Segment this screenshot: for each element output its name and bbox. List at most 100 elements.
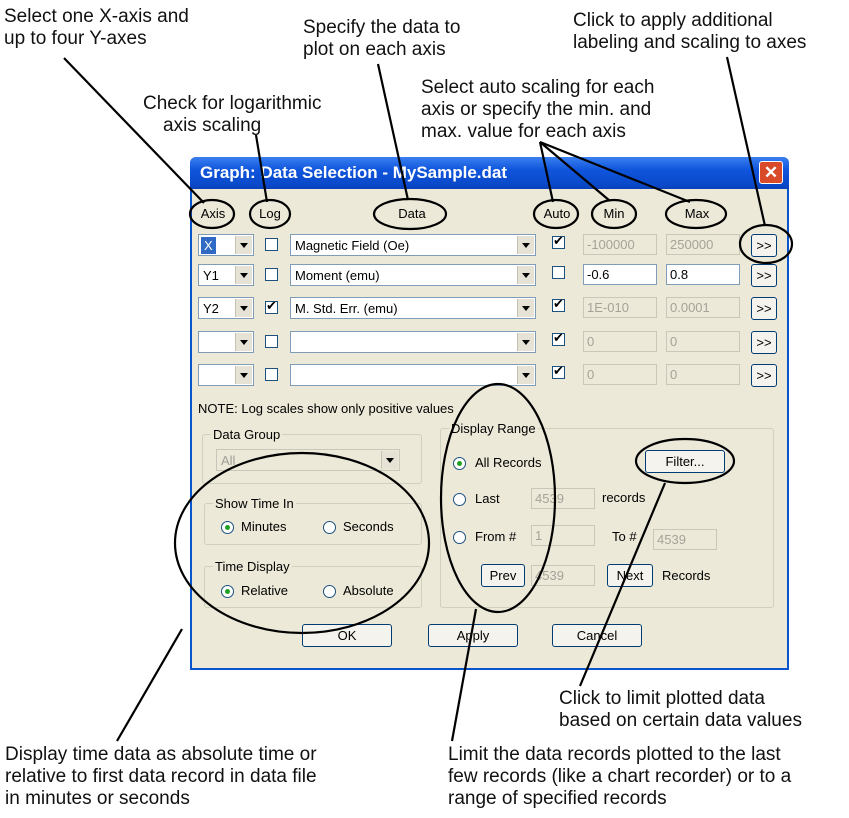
seconds-radio[interactable]: [323, 521, 336, 534]
data-group-box: Data Group All: [202, 427, 422, 484]
annotation-time-display: Display time data as absolute time or re…: [5, 744, 317, 810]
annotation-line: Check for logarithmic: [143, 93, 322, 114]
all-records-radio[interactable]: [453, 457, 466, 470]
min-field-x[interactable]: -100000: [583, 234, 657, 255]
annotation-axes-select: Select one X-axis and up to four Y-axes: [4, 6, 189, 50]
min-field-3[interactable]: 0: [583, 331, 657, 352]
data-select-x[interactable]: Magnetic Field (Oe): [290, 234, 536, 256]
data-value: Moment (emu): [295, 268, 380, 283]
axis-options-button-y1[interactable]: >>: [751, 264, 777, 287]
cancel-button[interactable]: Cancel: [552, 624, 642, 647]
absolute-label: Absolute: [343, 583, 394, 598]
annotation-labeling: Click to apply additional labeling and s…: [573, 10, 806, 54]
log-checkbox-y1[interactable]: [265, 268, 278, 281]
chevron-down-icon: [235, 236, 252, 254]
axis-select-3[interactable]: [198, 331, 254, 353]
axis-options-button-4[interactable]: >>: [751, 364, 777, 387]
next-button[interactable]: Next: [607, 564, 653, 587]
apply-button[interactable]: Apply: [428, 624, 518, 647]
log-note: NOTE: Log scales show only positive valu…: [198, 401, 454, 416]
data-select-4[interactable]: [290, 364, 536, 386]
axis-select-x[interactable]: X: [198, 234, 254, 256]
absolute-radio[interactable]: [323, 585, 336, 598]
chevron-down-icon: [517, 299, 534, 317]
data-group-select[interactable]: All: [216, 449, 400, 471]
max-field-4[interactable]: 0: [666, 364, 740, 385]
prev-button[interactable]: Prev: [481, 564, 525, 587]
minutes-radio[interactable]: [221, 521, 234, 534]
chevron-down-icon: [235, 333, 252, 351]
display-range-label: Display Range: [449, 421, 538, 436]
header-auto: Auto: [543, 206, 571, 221]
annotation-filter: Click to limit plotted data based on cer…: [559, 688, 802, 732]
chevron-down-icon: [517, 266, 534, 284]
title-bar: Graph: Data Selection - MySample.dat ✕: [190, 157, 789, 189]
records-unit-label: records: [602, 490, 646, 505]
max-field-x[interactable]: 250000: [666, 234, 740, 255]
annotation-line: based on certain data values: [559, 710, 802, 731]
log-checkbox-x[interactable]: [265, 238, 278, 251]
annotation-line: in minutes or seconds: [5, 788, 190, 809]
axis-value: Y2: [203, 301, 219, 316]
seconds-label: Seconds: [343, 519, 394, 534]
max-field-3[interactable]: 0: [666, 331, 740, 352]
chevron-down-icon: [517, 236, 534, 254]
header-max: Max: [684, 206, 710, 221]
annotation-line: up to four Y-axes: [4, 28, 147, 49]
data-group-label: Data Group: [211, 427, 283, 442]
annotation-line: plot on each axis: [303, 39, 446, 60]
axis-select-y2[interactable]: Y2: [198, 297, 254, 319]
close-button[interactable]: ✕: [759, 161, 783, 184]
header-log: Log: [259, 206, 281, 221]
max-field-y1[interactable]: 0.8: [666, 264, 740, 285]
log-checkbox-y2[interactable]: [265, 298, 278, 314]
annotation-line: Click to apply additional: [573, 10, 773, 31]
chevron-down-icon: [381, 451, 398, 469]
annotation-line: Select one X-axis and: [4, 6, 189, 27]
last-radio[interactable]: [453, 493, 466, 506]
axis-select-y1[interactable]: Y1: [198, 264, 254, 286]
log-checkbox-4[interactable]: [265, 368, 278, 381]
data-select-y1[interactable]: Moment (emu): [290, 264, 536, 286]
from-field[interactable]: 1: [531, 525, 595, 546]
auto-checkbox-y1[interactable]: [552, 266, 565, 279]
data-select-y2[interactable]: M. Std. Err. (emu): [290, 297, 536, 319]
time-display-label: Time Display: [213, 559, 292, 574]
auto-checkbox-4[interactable]: [552, 363, 565, 379]
axis-value: Y1: [203, 268, 219, 283]
annotation-line: axis or specify the min. and: [421, 99, 652, 120]
annotation-line: Click to limit plotted data: [559, 688, 765, 709]
page-field[interactable]: 4539: [531, 565, 595, 586]
min-field-y2[interactable]: 1E-010: [583, 297, 657, 318]
annotation-auto-scaling: Select auto scaling for each axis or spe…: [421, 77, 654, 143]
auto-checkbox-y2[interactable]: [552, 296, 565, 312]
from-radio[interactable]: [453, 531, 466, 544]
annotation-line: range of specified records: [448, 788, 667, 809]
ok-button[interactable]: OK: [302, 624, 392, 647]
axis-options-button-y2[interactable]: >>: [751, 297, 777, 320]
records-label: Records: [662, 568, 711, 583]
data-select-3[interactable]: [290, 331, 536, 353]
axis-select-4[interactable]: [198, 364, 254, 386]
dialog-title: Graph: Data Selection - MySample.dat: [200, 163, 508, 182]
auto-checkbox-3[interactable]: [552, 330, 565, 346]
annotation-line: Limit the data records plotted to the la…: [448, 744, 781, 765]
to-field[interactable]: 4539: [653, 529, 717, 550]
axis-options-button-x[interactable]: >>: [751, 234, 777, 257]
data-value: M. Std. Err. (emu): [295, 301, 398, 316]
axis-options-button-3[interactable]: >>: [751, 331, 777, 354]
min-field-y1[interactable]: -0.6: [583, 264, 657, 285]
data-selection-dialog: Graph: Data Selection - MySample.dat ✕ A…: [190, 157, 789, 670]
time-display-box: Time Display Relative Absolute: [204, 559, 422, 608]
relative-radio[interactable]: [221, 585, 234, 598]
annotation-limit-records: Limit the data records plotted to the la…: [448, 744, 791, 810]
display-range-box: Display Range All Records Filter... Last…: [440, 421, 774, 608]
auto-checkbox-x[interactable]: [552, 233, 565, 249]
last-records-field[interactable]: 4539: [531, 488, 595, 509]
filter-button[interactable]: Filter...: [645, 450, 725, 473]
log-checkbox-3[interactable]: [265, 335, 278, 348]
min-field-4[interactable]: 0: [583, 364, 657, 385]
annotation-line: Specify the data to: [303, 17, 461, 38]
annotation-log-scaling: Check for logarithmic axis scaling: [143, 93, 321, 137]
max-field-y2[interactable]: 0.0001: [666, 297, 740, 318]
